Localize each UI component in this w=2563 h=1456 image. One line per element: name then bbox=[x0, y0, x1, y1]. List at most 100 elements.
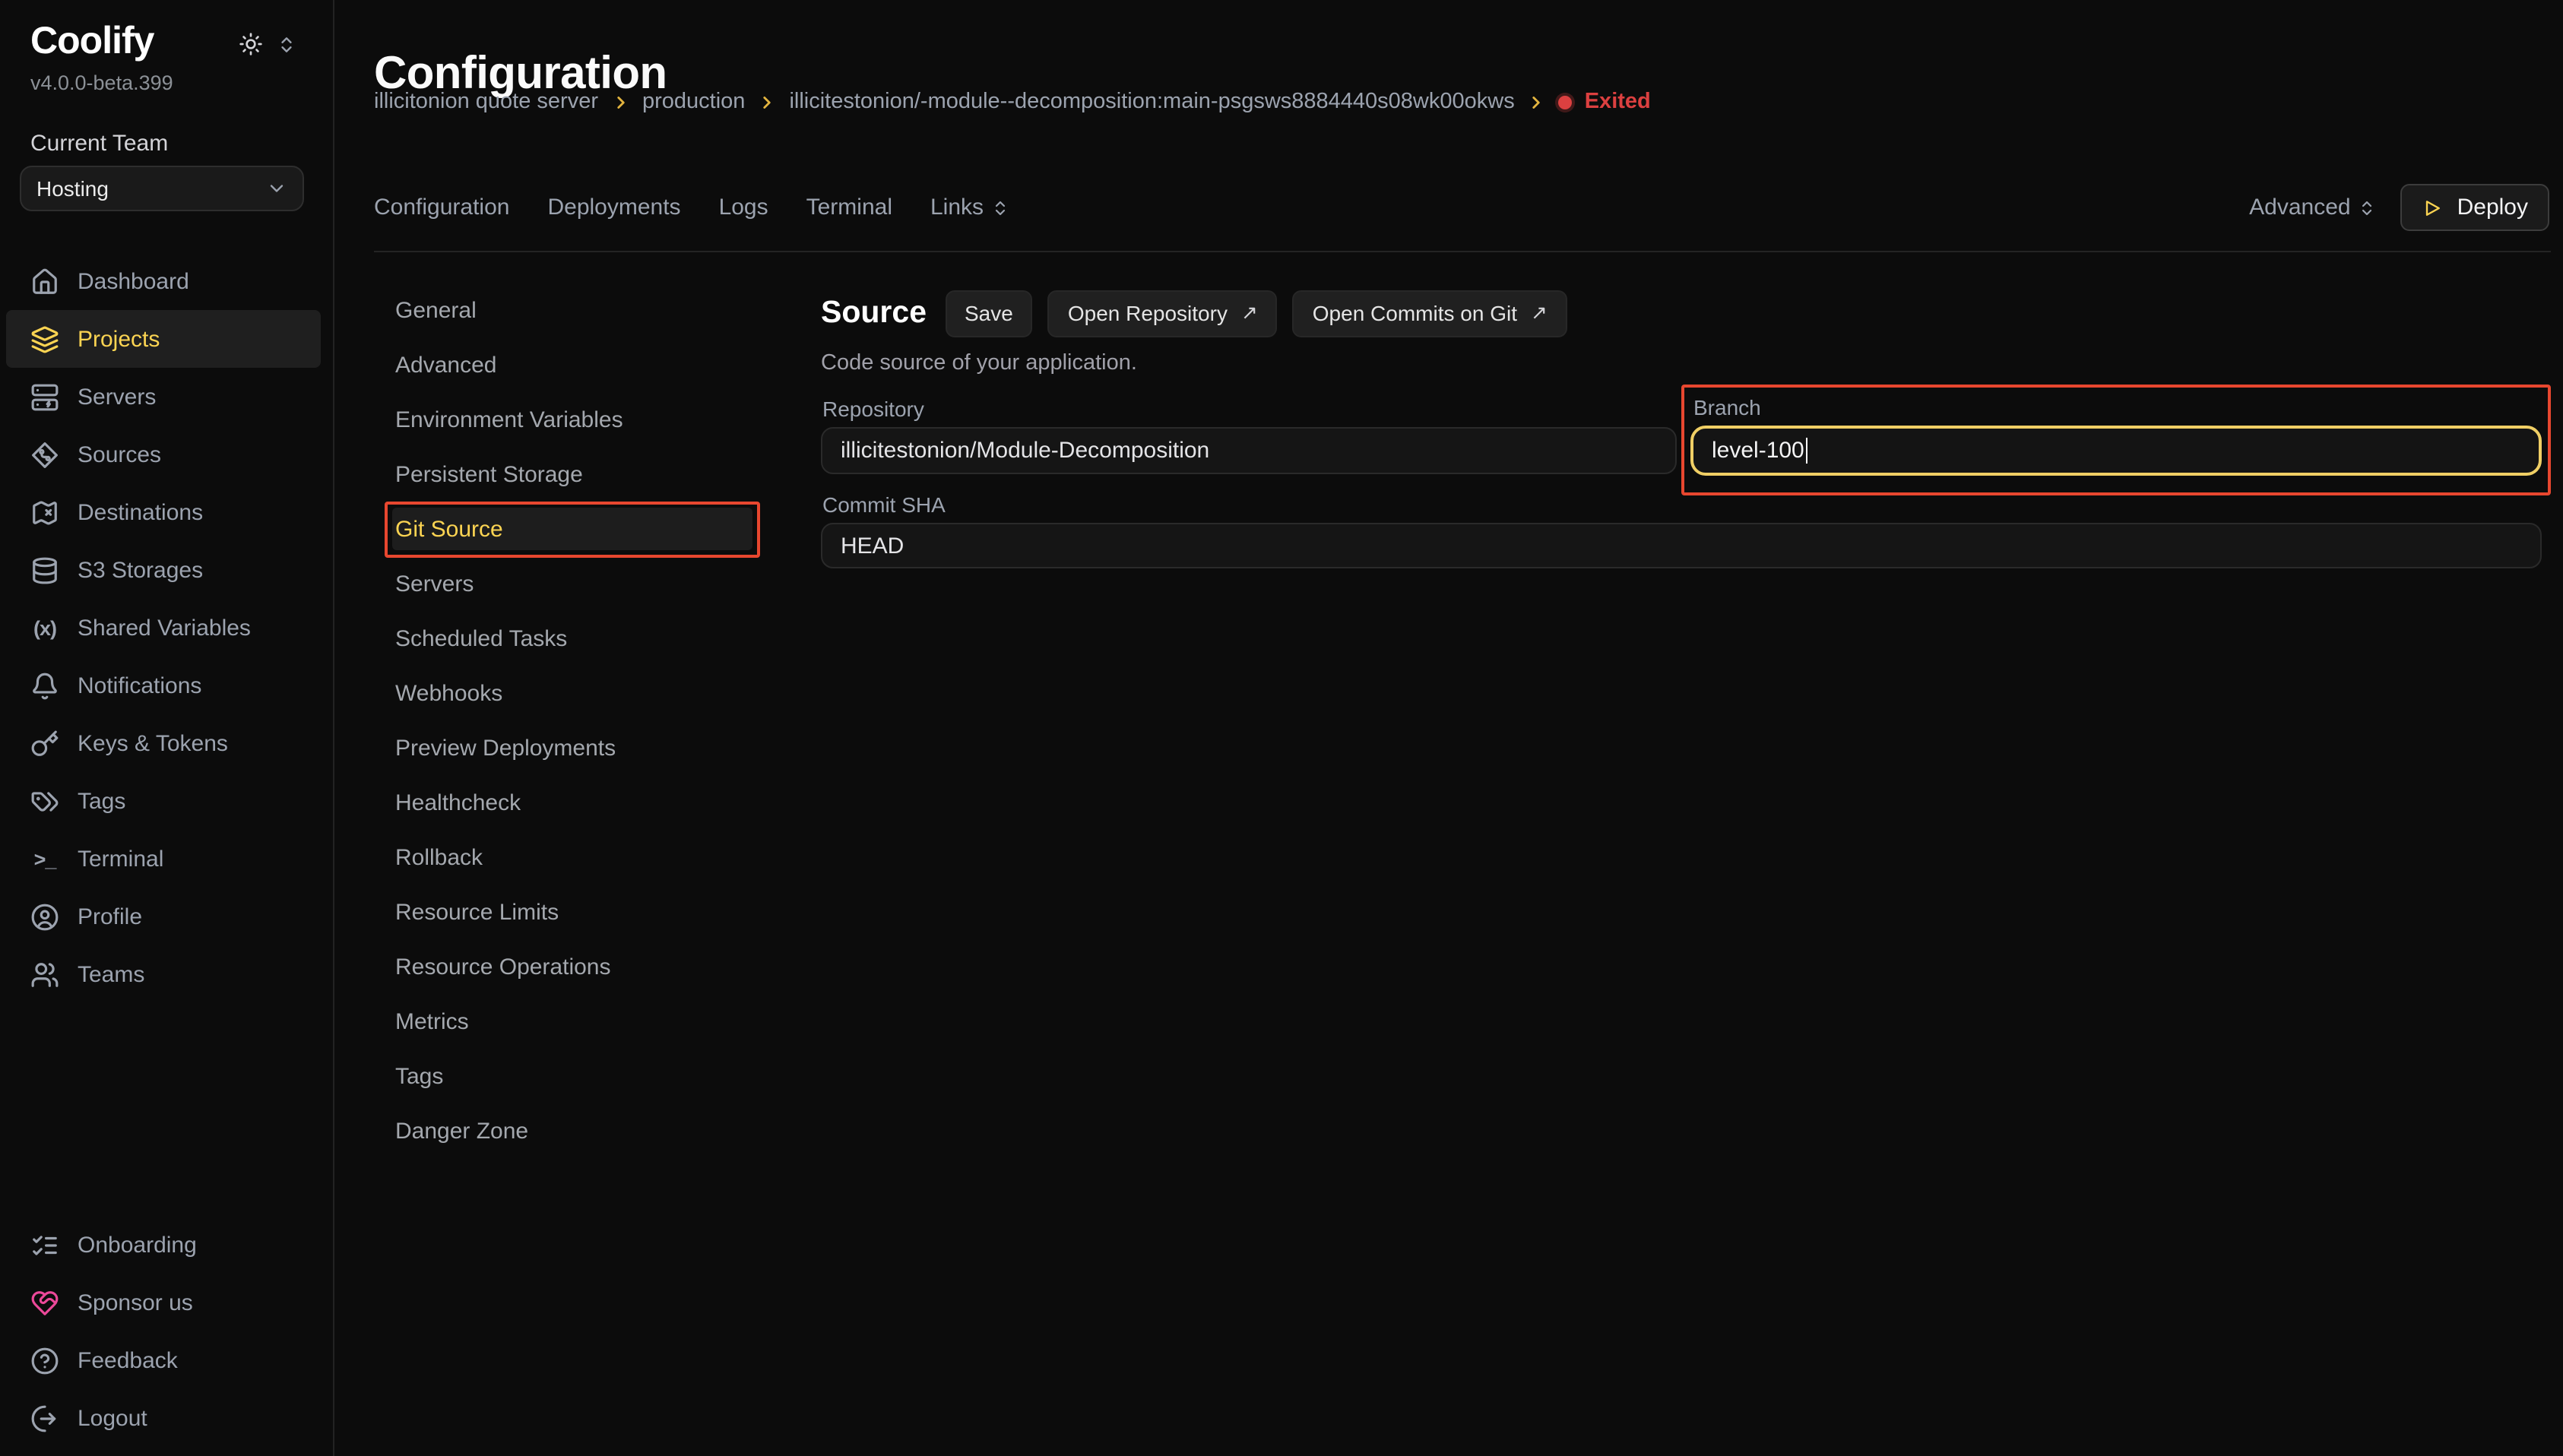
subnav-item-preview-deployments[interactable]: Preview Deployments bbox=[372, 720, 762, 775]
chevron-right-icon bbox=[610, 92, 630, 112]
subnav-item-webhooks[interactable]: Webhooks bbox=[372, 666, 762, 720]
subnav-item-scheduled-tasks[interactable]: Scheduled Tasks bbox=[372, 611, 762, 666]
subnav-item-rollback[interactable]: Rollback bbox=[372, 830, 762, 885]
team-select-value: Hosting bbox=[36, 176, 109, 201]
open-commits-button[interactable]: Open Commits on Git ↗ bbox=[1293, 290, 1567, 337]
theme-sun-icon[interactable] bbox=[239, 32, 263, 56]
tab-deployments[interactable]: Deployments bbox=[547, 195, 680, 220]
save-button[interactable]: Save bbox=[945, 290, 1033, 337]
source-description: Code source of your application. bbox=[821, 351, 1137, 375]
sidebar-footer-nav: Onboarding Sponsor us Feedback Logout bbox=[0, 1216, 333, 1447]
help-circle-icon bbox=[30, 1346, 59, 1375]
sidebar-item-label: Notifications bbox=[78, 673, 201, 698]
subnav-item-resource-limits[interactable]: Resource Limits bbox=[372, 885, 762, 939]
subnav-item-metrics[interactable]: Metrics bbox=[372, 994, 762, 1049]
tab-links[interactable]: Links bbox=[930, 195, 1009, 220]
sidebar-item-label: S3 Storages bbox=[78, 557, 203, 583]
coolify-app: Coolify v4.0.0-beta.399 Current Team Hos… bbox=[0, 0, 2563, 1456]
tab-configuration[interactable]: Configuration bbox=[374, 195, 509, 220]
chevron-right-icon bbox=[757, 92, 777, 112]
commit-sha-label: Commit SHA bbox=[822, 492, 946, 517]
server-icon bbox=[30, 382, 59, 411]
breadcrumb-application[interactable]: illicitestonion/-module--decomposition:m… bbox=[789, 90, 1514, 114]
subnav-item-servers[interactable]: Servers bbox=[372, 556, 762, 611]
branch-label: Branch bbox=[1693, 395, 1761, 419]
sidebar-item-tags[interactable]: Tags bbox=[6, 772, 321, 830]
branch-input-value: level-100 bbox=[1712, 437, 1804, 463]
sidebar-item-label: Destinations bbox=[78, 499, 203, 525]
sidebar-item-label: Tags bbox=[78, 788, 125, 814]
subnav-item-resource-operations[interactable]: Resource Operations bbox=[372, 939, 762, 994]
text-caret bbox=[1806, 437, 1808, 463]
advanced-menu[interactable]: Advanced bbox=[2249, 195, 2376, 220]
tab-terminal[interactable]: Terminal bbox=[806, 195, 892, 220]
sidebar-item-shared-variables[interactable]: (x) Shared Variables bbox=[6, 599, 321, 657]
sidebar-item-label: Profile bbox=[78, 904, 142, 929]
sidebar-item-terminal[interactable]: >_ Terminal bbox=[6, 830, 321, 888]
sidebar-item-profile[interactable]: Profile bbox=[6, 888, 321, 945]
subnav-item-advanced[interactable]: Advanced bbox=[372, 337, 762, 392]
chevrons-up-down-icon[interactable] bbox=[277, 34, 296, 54]
subnav-item-tags[interactable]: Tags bbox=[372, 1049, 762, 1103]
logout-icon bbox=[30, 1404, 59, 1432]
arrow-up-right-icon: ↗ bbox=[1531, 301, 1548, 325]
subnav-item-environment-variables[interactable]: Environment Variables bbox=[372, 392, 762, 447]
sidebar-nav: Dashboard Projects Servers Sources Desti… bbox=[0, 252, 333, 1003]
sidebar-item-label: Feedback bbox=[78, 1347, 178, 1373]
user-circle-icon bbox=[30, 902, 59, 931]
sidebar-item-keys-tokens[interactable]: Keys & Tokens bbox=[6, 714, 321, 772]
branch-input[interactable]: level-100 bbox=[1690, 425, 2542, 475]
repository-input[interactable] bbox=[821, 427, 1677, 474]
header-actions: Advanced Deploy bbox=[2249, 184, 2549, 231]
sidebar-item-label: Onboarding bbox=[78, 1232, 197, 1258]
app-logo[interactable]: Coolify bbox=[30, 20, 154, 64]
sidebar-item-label: Keys & Tokens bbox=[78, 730, 228, 756]
sidebar-item-s3-storages[interactable]: S3 Storages bbox=[6, 541, 321, 599]
breadcrumb: illicitonion quote server production ill… bbox=[374, 90, 1651, 114]
sidebar-top-icons bbox=[239, 32, 296, 56]
terminal-icon: >_ bbox=[30, 847, 59, 870]
sidebar-item-teams[interactable]: Teams bbox=[6, 945, 321, 1003]
key-icon bbox=[30, 729, 59, 758]
sidebar-item-onboarding[interactable]: Onboarding bbox=[6, 1216, 321, 1274]
sidebar-item-servers[interactable]: Servers bbox=[6, 368, 321, 426]
tab-bar: Configuration Deployments Logs Terminal … bbox=[374, 195, 1009, 220]
sidebar-item-sources[interactable]: Sources bbox=[6, 426, 321, 483]
breadcrumb-environment[interactable]: production bbox=[642, 90, 745, 114]
subnav-item-persistent-storage[interactable]: Persistent Storage bbox=[372, 447, 762, 502]
chevrons-up-down-icon bbox=[2359, 198, 2377, 217]
app-version: v4.0.0-beta.399 bbox=[30, 71, 173, 94]
sidebar-item-projects[interactable]: Projects bbox=[6, 310, 321, 368]
tab-logs[interactable]: Logs bbox=[719, 195, 768, 220]
subnav-item-danger-zone[interactable]: Danger Zone bbox=[372, 1103, 762, 1158]
sidebar-item-sponsor-us[interactable]: Sponsor us bbox=[6, 1274, 321, 1331]
sidebar-item-destinations[interactable]: Destinations bbox=[6, 483, 321, 541]
sidebar-item-logout[interactable]: Logout bbox=[6, 1389, 321, 1447]
open-repository-button[interactable]: Open Repository ↗ bbox=[1048, 290, 1278, 337]
sidebar-item-label: Logout bbox=[78, 1405, 147, 1431]
subnav-item-general[interactable]: General bbox=[372, 283, 762, 337]
sidebar-item-feedback[interactable]: Feedback bbox=[6, 1331, 321, 1389]
sidebar-item-dashboard[interactable]: Dashboard bbox=[6, 252, 321, 310]
home-icon bbox=[30, 267, 59, 296]
bell-icon bbox=[30, 671, 59, 700]
subnav-item-healthcheck[interactable]: Healthcheck bbox=[372, 775, 762, 830]
config-subnav: General Advanced Environment Variables P… bbox=[372, 283, 762, 1158]
play-icon bbox=[2422, 197, 2444, 218]
heart-handshake-icon bbox=[30, 1288, 59, 1317]
source-header: Source Save Open Repository ↗ Open Commi… bbox=[821, 289, 1567, 337]
list-checks-icon bbox=[30, 1230, 59, 1259]
sidebar-item-label: Sources bbox=[78, 442, 161, 467]
deploy-button[interactable]: Deploy bbox=[2401, 184, 2549, 231]
map-icon bbox=[30, 498, 59, 527]
sidebar-item-notifications[interactable]: Notifications bbox=[6, 657, 321, 714]
team-select[interactable]: Hosting bbox=[20, 166, 304, 211]
current-team-label: Current Team bbox=[30, 131, 168, 157]
chevron-right-icon bbox=[1527, 92, 1547, 112]
status-dot-icon bbox=[1559, 95, 1573, 109]
breadcrumb-project[interactable]: illicitonion quote server bbox=[374, 90, 598, 114]
subnav-item-git-source[interactable]: Git Source bbox=[392, 508, 752, 550]
chevron-down-icon bbox=[266, 178, 287, 199]
commit-sha-input[interactable] bbox=[821, 523, 2542, 568]
tags-icon bbox=[30, 787, 59, 815]
